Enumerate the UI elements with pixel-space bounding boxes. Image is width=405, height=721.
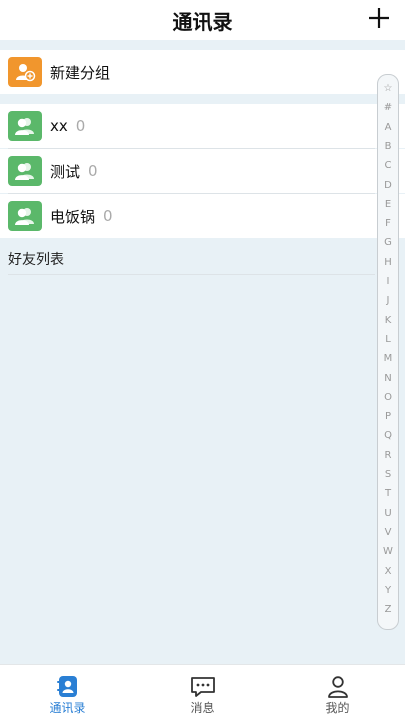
index-letter[interactable]: G: [378, 237, 398, 249]
page-title: 通讯录: [172, 10, 233, 34]
group-count: 0: [75, 117, 86, 135]
index-letter[interactable]: Z: [378, 604, 398, 616]
group-avatar-icon: [8, 111, 42, 141]
contacts-icon: [57, 676, 77, 697]
index-letter[interactable]: L: [378, 334, 398, 346]
index-letter[interactable]: J: [378, 295, 398, 307]
tab-contacts-label: 通讯录: [49, 701, 86, 715]
index-letter[interactable]: X: [378, 566, 398, 578]
group-count: 0: [103, 207, 113, 225]
tab-messages[interactable]: 消息: [135, 665, 270, 721]
profile-icon: [328, 676, 348, 698]
index-letter[interactable]: P: [378, 411, 398, 423]
index-letter[interactable]: F: [378, 218, 398, 230]
index-letter[interactable]: D: [378, 180, 398, 192]
tab-mine[interactable]: 我的: [270, 665, 405, 721]
tab-contacts[interactable]: 通讯录: [0, 665, 135, 721]
index-letter[interactable]: H: [378, 257, 398, 269]
header-bar: 通讯录: [0, 0, 405, 40]
alphabet-index-bar[interactable]: ☆ # A B C D E F G H I J K L M N O P Q R S T U V W X Y Z: [377, 74, 399, 630]
tab-mine-label: 我的: [325, 701, 350, 715]
index-letter[interactable]: I: [378, 276, 398, 288]
friends-list-header: 好友列表: [8, 252, 64, 268]
index-letter[interactable]: ☆: [378, 83, 398, 95]
index-letter[interactable]: K: [378, 315, 398, 327]
index-letter[interactable]: O: [378, 392, 398, 404]
index-letter[interactable]: V: [378, 527, 398, 539]
group-row[interactable]: 测试 0: [0, 149, 405, 193]
index-letter[interactable]: Q: [378, 430, 398, 442]
group-name: 电饭锅: [50, 207, 96, 226]
index-letter[interactable]: M: [378, 353, 398, 365]
index-letter[interactable]: R: [378, 450, 398, 462]
index-letter[interactable]: #: [378, 102, 398, 114]
index-letter[interactable]: E: [378, 199, 398, 211]
group-row[interactable]: 电饭锅 0: [0, 194, 405, 238]
group-name: 测试: [50, 162, 81, 181]
add-icon[interactable]: [365, 4, 393, 32]
new-group-button[interactable]: 新建分组: [0, 50, 405, 94]
tab-messages-label: 消息: [190, 701, 215, 715]
group-row[interactable]: xx 0: [0, 104, 405, 148]
index-letter[interactable]: S: [378, 469, 398, 481]
index-letter[interactable]: C: [378, 160, 398, 172]
index-letter[interactable]: A: [378, 122, 398, 134]
group-avatar-icon: [8, 156, 42, 186]
group-count: 0: [88, 162, 98, 180]
new-group-icon: [8, 57, 42, 87]
group-name: xx: [50, 117, 68, 135]
index-letter[interactable]: U: [378, 508, 398, 520]
divider: [8, 274, 375, 275]
group-avatar-icon: [8, 201, 42, 231]
chat-bubble-icon: [191, 677, 215, 697]
new-group-label: 新建分组: [50, 63, 111, 82]
index-letter[interactable]: W: [378, 546, 398, 558]
bottom-tab-bar: 通讯录 消息 我的: [0, 664, 405, 721]
index-letter[interactable]: B: [378, 141, 398, 153]
index-letter[interactable]: Y: [378, 585, 398, 597]
index-letter[interactable]: T: [378, 488, 398, 500]
index-letter[interactable]: N: [378, 373, 398, 385]
